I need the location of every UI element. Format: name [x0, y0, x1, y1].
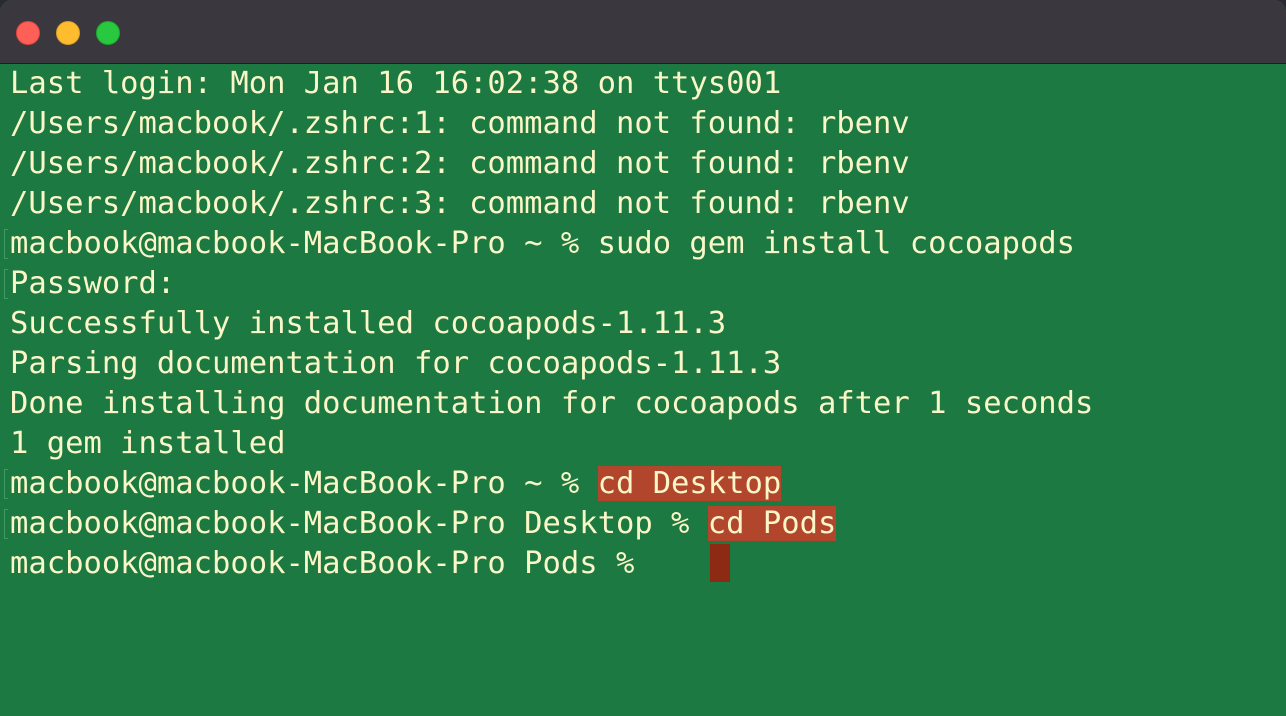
- output-line: /Users/macbook/.zshrc:2: command not fou…: [10, 146, 910, 181]
- output-line: Last login: Mon Jan 16 16:02:38 on ttys0…: [10, 66, 782, 101]
- close-window-button[interactable]: [16, 21, 40, 45]
- command-mark: [4, 229, 8, 259]
- command-mark: [4, 509, 8, 539]
- command-mark: [4, 269, 8, 299]
- output-line: Done installing documentation for cocoap…: [10, 386, 1094, 421]
- terminal-output[interactable]: Last login: Mon Jan 16 16:02:38 on ttys0…: [0, 64, 1286, 716]
- output-line: Password:: [10, 266, 176, 301]
- command-text: sudo gem install cocoapods: [597, 226, 1076, 261]
- output-line: /Users/macbook/.zshrc:3: command not fou…: [10, 186, 910, 221]
- prompt-line: macbook@macbook-MacBook-Pro Pods %: [10, 544, 653, 584]
- prompt-line: macbook@macbook-MacBook-Pro ~ % sudo gem…: [10, 224, 1075, 264]
- shell-prompt: macbook@macbook-MacBook-Pro ~ %: [10, 226, 598, 261]
- prompt-line: macbook@macbook-MacBook-Pro ~ % cd Deskt…: [10, 464, 782, 504]
- selected-command-text: cd Desktop: [597, 466, 782, 501]
- prompt-line: macbook@macbook-MacBook-Pro Desktop % cd…: [10, 504, 837, 544]
- text-cursor: [710, 544, 730, 582]
- output-line: Successfully installed cocoapods-1.11.3: [10, 306, 727, 341]
- zoom-window-button[interactable]: [96, 21, 120, 45]
- command-mark: [4, 469, 8, 499]
- output-line: 1 gem installed: [10, 426, 286, 461]
- title-bar[interactable]: [0, 0, 1286, 64]
- shell-prompt: macbook@macbook-MacBook-Pro Pods %: [10, 546, 653, 581]
- minimize-window-button[interactable]: [56, 21, 80, 45]
- output-line: /Users/macbook/.zshrc:1: command not fou…: [10, 106, 910, 141]
- selected-command-text: cd Pods: [707, 506, 837, 541]
- output-line: Parsing documentation for cocoapods-1.11…: [10, 346, 782, 381]
- shell-prompt: macbook@macbook-MacBook-Pro Desktop %: [10, 506, 708, 541]
- shell-prompt: macbook@macbook-MacBook-Pro ~ %: [10, 466, 598, 501]
- terminal-window: Last login: Mon Jan 16 16:02:38 on ttys0…: [0, 0, 1286, 716]
